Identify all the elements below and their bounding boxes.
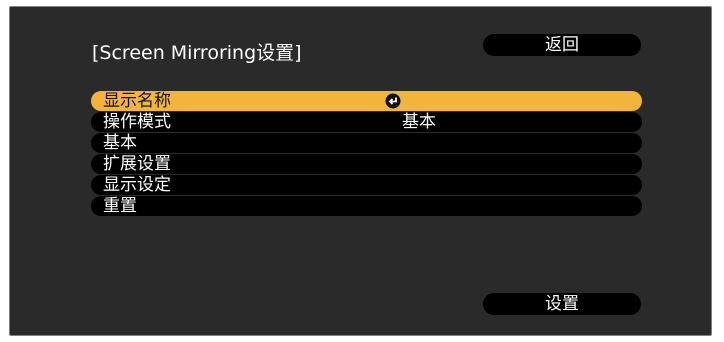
dialog-title: [Screen Mirroring设置] [92,42,302,64]
settings-menu: 显示名称 操作模式 基本 基本 扩展设置 显示设定 重置 [91,91,642,217]
menu-item-label: 显示名称 [103,91,171,111]
set-button-label: 设置 [545,294,579,314]
back-button[interactable]: 返回 [483,34,641,56]
menu-item-display-name[interactable]: 显示名称 [91,91,642,111]
menu-item-label: 扩展设置 [103,154,171,174]
menu-item-label: 显示设定 [103,175,171,195]
menu-item-value: 基本 [402,112,436,132]
menu-item-label: 重置 [103,196,137,216]
menu-item-operation-mode[interactable]: 操作模式 基本 [91,112,642,132]
back-button-label: 返回 [545,35,579,55]
menu-item-extended-settings[interactable]: 扩展设置 [91,154,642,174]
enter-icon [385,93,401,109]
set-button[interactable]: 设置 [483,293,641,315]
menu-item-display-settings[interactable]: 显示设定 [91,175,642,195]
menu-item-reset[interactable]: 重置 [91,196,642,216]
menu-item-label: 基本 [103,133,137,153]
menu-item-label: 操作模式 [103,112,171,132]
projector-menu-dialog: [Screen Mirroring设置] 返回 显示名称 操作模式 基本 基本 … [9,6,712,336]
menu-item-basic[interactable]: 基本 [91,133,642,153]
